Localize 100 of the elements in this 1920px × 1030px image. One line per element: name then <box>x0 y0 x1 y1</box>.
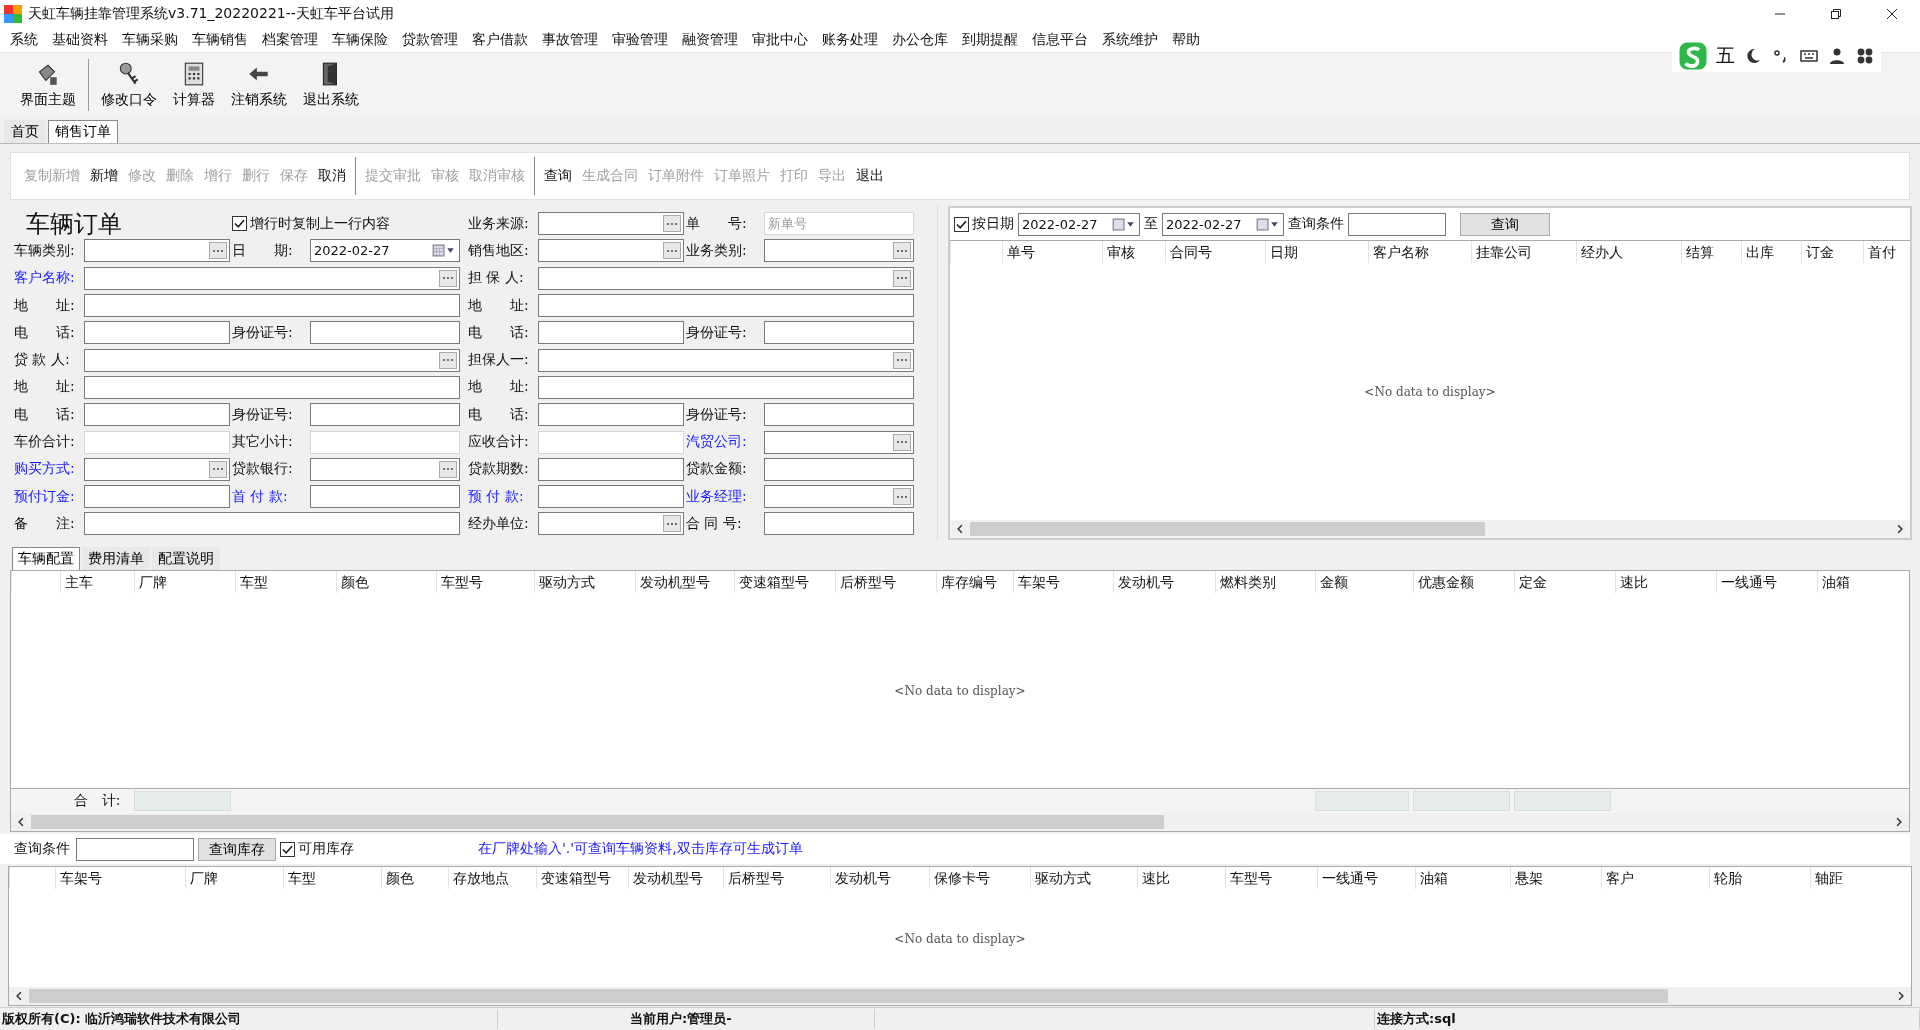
action-button[interactable]: 新增 <box>85 167 123 185</box>
menu-item[interactable]: 帮助 <box>1166 31 1208 49</box>
column-header[interactable]: 燃料类别 <box>1215 571 1315 593</box>
input-field[interactable] <box>538 348 914 372</box>
tab[interactable]: 车辆配置 <box>12 547 80 570</box>
column-header[interactable]: 油箱 <box>1817 571 1909 593</box>
browse-button[interactable] <box>893 242 911 260</box>
menu-item[interactable]: 车辆采购 <box>116 31 186 49</box>
menu-item[interactable]: 审批中心 <box>746 31 816 49</box>
scroll-thumb[interactable] <box>29 989 1668 1003</box>
calendar-dropdown-icon[interactable] <box>1112 217 1136 231</box>
column-header[interactable]: 单号 <box>1002 241 1102 263</box>
query-field[interactable] <box>76 837 194 861</box>
menu-item[interactable]: 车辆销售 <box>186 31 256 49</box>
column-header[interactable]: 后桥型号 <box>835 571 936 593</box>
input-field[interactable] <box>84 348 460 372</box>
grid-icon[interactable] <box>1855 46 1875 66</box>
input-field[interactable] <box>84 403 230 427</box>
column-header[interactable]: 速比 <box>1137 867 1225 889</box>
column-header[interactable]: 发动机号 <box>1113 571 1215 593</box>
query-button[interactable]: 查询 <box>1460 212 1550 236</box>
input-field[interactable] <box>764 239 914 263</box>
action-button[interactable]: 取消 <box>313 167 351 185</box>
action-button[interactable]: 退出 <box>851 167 889 185</box>
calendar-dropdown-icon[interactable] <box>432 244 456 258</box>
input-field[interactable] <box>764 321 914 345</box>
column-header[interactable]: 金额 <box>1315 571 1413 593</box>
input-field[interactable] <box>84 512 460 536</box>
column-header[interactable]: 优惠金额 <box>1413 571 1514 593</box>
column-header[interactable]: 速比 <box>1615 571 1716 593</box>
toolbar-button[interactable]: 计算器 <box>165 59 223 111</box>
column-header[interactable]: 库存编号 <box>936 571 1013 593</box>
input-field[interactable] <box>538 403 684 427</box>
input-field[interactable] <box>310 457 460 481</box>
input-field[interactable] <box>764 485 914 509</box>
input-field[interactable] <box>764 512 914 536</box>
column-header[interactable]: 车型 <box>235 571 336 593</box>
person-icon[interactable] <box>1827 46 1847 66</box>
query-field[interactable] <box>1348 212 1446 236</box>
column-header[interactable]: 发动机型号 <box>635 571 734 593</box>
menu-item[interactable]: 审验管理 <box>606 31 676 49</box>
browse-button[interactable] <box>209 242 227 260</box>
menu-item[interactable]: 到期提醒 <box>956 31 1026 49</box>
tab[interactable]: 首页 <box>4 120 46 143</box>
column-header[interactable]: 保修卡号 <box>929 867 1030 889</box>
date-field[interactable]: 2022-02-27 <box>1018 212 1140 236</box>
field-link[interactable]: 汽贸公司: <box>686 433 762 451</box>
tab[interactable]: 销售订单 <box>48 120 118 143</box>
column-header[interactable]: 客户 <box>1601 867 1709 889</box>
browse-button[interactable] <box>663 242 681 260</box>
column-header[interactable]: 主车 <box>60 571 134 593</box>
input-field[interactable] <box>538 294 914 318</box>
checkbox[interactable] <box>280 841 295 857</box>
input-field[interactable] <box>538 375 914 399</box>
column-header[interactable]: 订金 <box>1801 241 1863 263</box>
menu-item[interactable]: 账务处理 <box>816 31 886 49</box>
menu-item[interactable]: 客户借款 <box>466 31 536 49</box>
menu-item[interactable]: 信息平台 <box>1026 31 1096 49</box>
input-field[interactable] <box>84 375 460 399</box>
scroll-thumb[interactable] <box>970 522 1486 536</box>
column-header[interactable]: 颜色 <box>381 867 448 889</box>
field-link[interactable]: 客户名称: <box>14 269 82 288</box>
browse-button[interactable] <box>663 215 681 233</box>
menu-item[interactable]: 档案管理 <box>256 31 326 49</box>
column-header[interactable]: 厂牌 <box>185 867 283 889</box>
column-header[interactable]: 驱动方式 <box>534 571 635 593</box>
column-header[interactable]: 悬架 <box>1510 867 1601 889</box>
column-header[interactable]: 驱动方式 <box>1030 867 1137 889</box>
checkbox[interactable] <box>954 216 969 232</box>
menu-item[interactable]: 系统维护 <box>1096 31 1166 49</box>
date-field[interactable]: 2022-02-27 <box>310 239 460 263</box>
input-mode-toggle[interactable]: 五 <box>1716 43 1735 69</box>
horizontal-scrollbar[interactable] <box>11 813 1909 831</box>
field-link[interactable]: 首 付 款: <box>232 487 308 506</box>
input-field[interactable] <box>310 321 460 345</box>
input-field[interactable] <box>538 321 684 345</box>
field-link[interactable]: 业务经理: <box>686 487 762 506</box>
menu-item[interactable]: 车辆保险 <box>326 31 396 49</box>
column-header[interactable]: 首付 <box>1863 241 1910 263</box>
column-header[interactable]: 颜色 <box>336 571 436 593</box>
input-field[interactable] <box>538 212 684 236</box>
column-header[interactable]: 定金 <box>1514 571 1615 593</box>
column-header[interactable]: 厂牌 <box>134 571 235 593</box>
input-field[interactable] <box>84 457 230 481</box>
toolbar-button[interactable]: 修改口令 <box>93 59 165 111</box>
column-header[interactable]: 客户名称 <box>1368 241 1471 263</box>
checkbox[interactable] <box>232 216 247 232</box>
column-header[interactable]: 发动机型号 <box>628 867 723 889</box>
menu-item[interactable]: 融资管理 <box>676 31 746 49</box>
column-header[interactable]: 出库 <box>1741 241 1801 263</box>
input-field[interactable] <box>764 457 914 481</box>
column-header[interactable]: 发动机号 <box>830 867 929 889</box>
calendar-dropdown-icon[interactable] <box>1256 217 1280 231</box>
input-field[interactable] <box>84 321 230 345</box>
column-header[interactable]: 经办人 <box>1576 241 1681 263</box>
column-header[interactable]: 车架号 <box>55 867 185 889</box>
column-header[interactable]: 审核 <box>1102 241 1165 263</box>
column-header[interactable]: 油箱 <box>1415 867 1510 889</box>
stock-query-button[interactable]: 查询库存 <box>198 837 276 861</box>
browse-button[interactable] <box>893 488 911 506</box>
